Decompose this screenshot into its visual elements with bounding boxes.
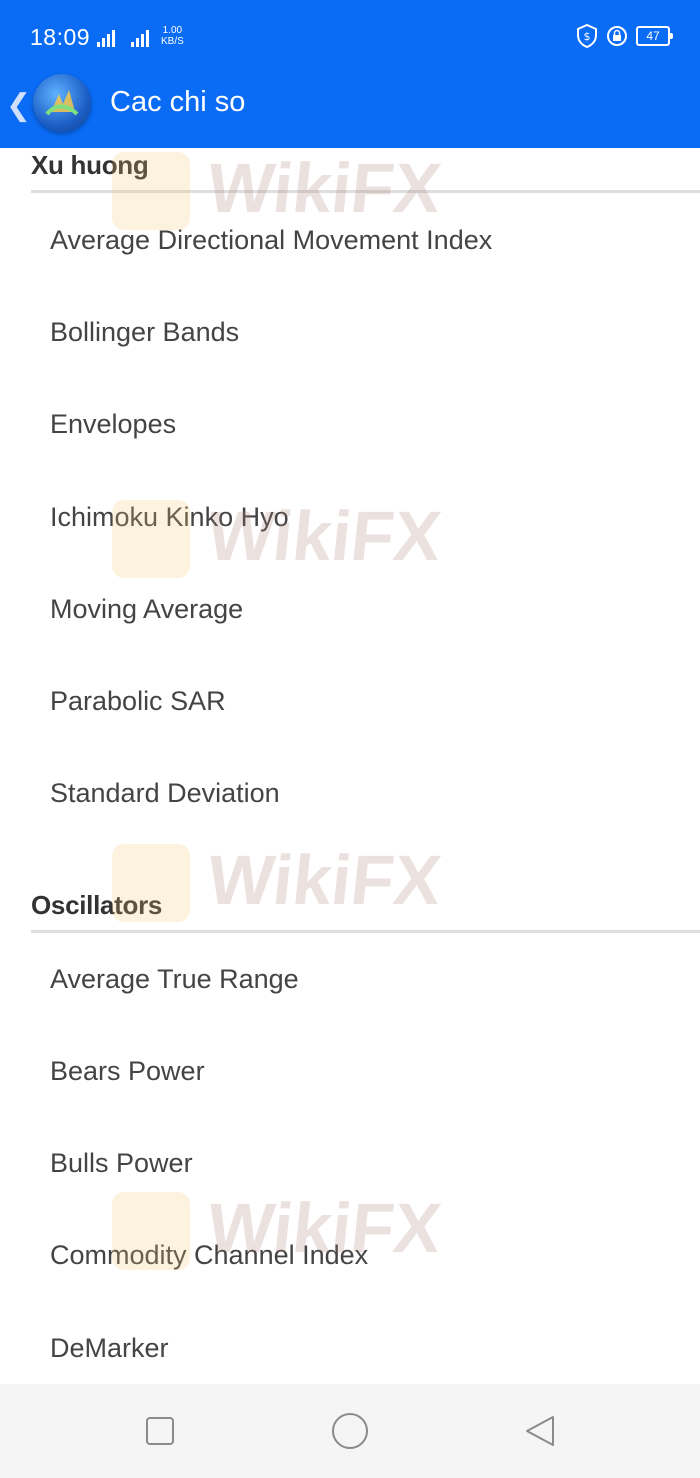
network-speed-unit: KB/S — [161, 36, 184, 47]
list-item[interactable]: Average Directional Movement Index — [50, 225, 492, 256]
status-bar: 18:09 1.00 KB/S $ 47 — [0, 0, 700, 74]
watermark-text: WikiFX — [203, 149, 445, 227]
list-item[interactable]: Standard Deviation — [50, 778, 280, 809]
list-item[interactable]: Parabolic SAR — [50, 686, 226, 717]
watermark-text: WikiFX — [203, 841, 445, 919]
indicator-list: Xu huong Average Directional Movement In… — [0, 148, 700, 1384]
list-item[interactable]: Ichimoku Kinko Hyo — [50, 502, 289, 533]
svg-text:$: $ — [584, 30, 591, 43]
section-divider — [31, 190, 700, 193]
section-header-oscillators: Oscillators — [31, 890, 163, 920]
battery-icon: 47 — [636, 26, 673, 46]
list-item[interactable]: Bollinger Bands — [50, 317, 239, 348]
list-item[interactable]: Commodity Channel Index — [50, 1240, 368, 1271]
list-item[interactable]: Moving Average — [50, 594, 243, 625]
metatrader-logo-graphic — [45, 90, 79, 116]
metatrader-logo-icon — [33, 74, 91, 132]
list-item[interactable]: DeMarker — [50, 1333, 169, 1364]
recent-apps-icon[interactable] — [145, 1416, 175, 1446]
list-item[interactable]: Envelopes — [50, 409, 176, 440]
page-title: Cac chi so — [110, 86, 246, 118]
system-nav-bar — [0, 1384, 700, 1478]
network-speed-value: 1.00 — [162, 25, 183, 36]
shield-icon: $ — [577, 24, 597, 48]
status-time: 18:09 — [30, 24, 91, 50]
network-speed: 1.00 KB/S — [161, 25, 184, 47]
list-item[interactable]: Bears Power — [50, 1056, 205, 1087]
signal-icon — [97, 30, 149, 47]
back-icon[interactable] — [523, 1414, 557, 1448]
home-icon[interactable] — [331, 1412, 369, 1450]
app-bar: ❮ Cac chi so — [0, 74, 700, 148]
back-chevron-icon[interactable]: ❮ — [6, 88, 31, 123]
list-item[interactable]: Bulls Power — [50, 1148, 193, 1179]
list-item[interactable]: Average True Range — [50, 964, 299, 995]
status-icons: $ 47 — [576, 24, 673, 48]
lock-icon — [607, 26, 627, 46]
section-header-trend: Xu huong — [31, 150, 149, 180]
section-divider — [31, 930, 700, 933]
